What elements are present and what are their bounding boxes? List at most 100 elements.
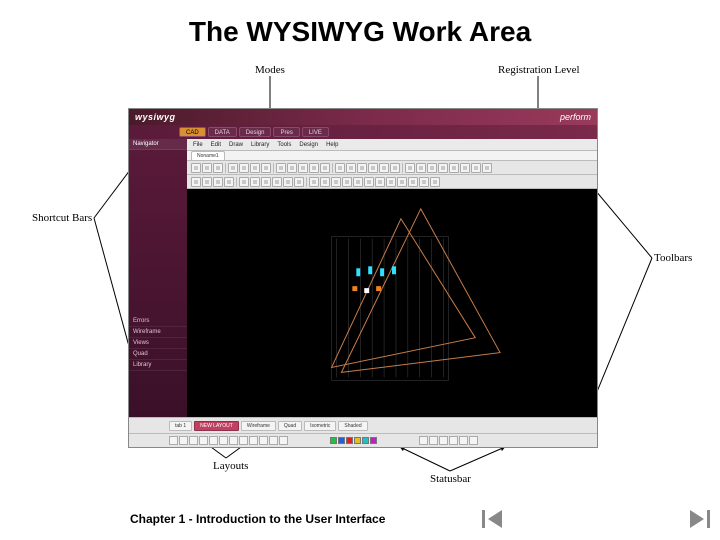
layout-tab[interactable]: Wireframe: [241, 421, 276, 431]
tool-button[interactable]: [228, 163, 238, 173]
tool-button[interactable]: [283, 177, 293, 187]
tool-button[interactable]: [250, 163, 260, 173]
shortcut-item[interactable]: Navigator: [129, 139, 187, 150]
shortcut-item[interactable]: Views: [129, 338, 187, 349]
drawing-canvas[interactable]: [187, 189, 597, 417]
tool-button[interactable]: [191, 163, 201, 173]
shortcut-item[interactable]: Library: [129, 360, 187, 371]
tool-button[interactable]: [364, 177, 374, 187]
shortcut-item[interactable]: Errors: [129, 316, 187, 327]
status-button[interactable]: [199, 436, 208, 445]
status-button[interactable]: [169, 436, 178, 445]
tool-button[interactable]: [272, 177, 282, 187]
tool-button[interactable]: [397, 177, 407, 187]
menu-file[interactable]: File: [193, 142, 203, 148]
tool-button[interactable]: [309, 163, 319, 173]
tool-button[interactable]: [239, 163, 249, 173]
status-button[interactable]: [419, 436, 428, 445]
tool-button[interactable]: [390, 163, 400, 173]
tool-button[interactable]: [213, 177, 223, 187]
tool-button[interactable]: [298, 163, 308, 173]
status-button[interactable]: [249, 436, 258, 445]
status-button[interactable]: [269, 436, 278, 445]
menu-design[interactable]: Design: [299, 142, 318, 148]
status-button[interactable]: [459, 436, 468, 445]
mode-tab-design[interactable]: Design: [239, 127, 272, 137]
layout-tab[interactable]: tab 1: [169, 421, 192, 431]
menu-help[interactable]: Help: [326, 142, 338, 148]
menu-library[interactable]: Library: [251, 142, 269, 148]
status-button[interactable]: [469, 436, 478, 445]
status-color-swatch[interactable]: [370, 437, 377, 444]
status-button[interactable]: [259, 436, 268, 445]
tool-button[interactable]: [375, 177, 385, 187]
tool-button[interactable]: [202, 177, 212, 187]
menu-edit[interactable]: Edit: [211, 142, 221, 148]
tool-button[interactable]: [482, 163, 492, 173]
status-color-swatch[interactable]: [354, 437, 361, 444]
mode-tab-pres[interactable]: Pres: [273, 127, 299, 137]
tool-button[interactable]: [287, 163, 297, 173]
status-button[interactable]: [189, 436, 198, 445]
tool-button[interactable]: [250, 177, 260, 187]
tool-button[interactable]: [342, 177, 352, 187]
tool-button[interactable]: [309, 177, 319, 187]
tool-button[interactable]: [294, 177, 304, 187]
nav-prev-button[interactable]: [480, 508, 506, 530]
shortcut-item[interactable]: Wireframe: [129, 327, 187, 338]
tool-button[interactable]: [386, 177, 396, 187]
tool-button[interactable]: [430, 177, 440, 187]
tool-button[interactable]: [357, 163, 367, 173]
tool-button[interactable]: [346, 163, 356, 173]
menu-tools[interactable]: Tools: [277, 142, 291, 148]
status-color-swatch[interactable]: [346, 437, 353, 444]
tool-button[interactable]: [239, 177, 249, 187]
tool-button[interactable]: [416, 163, 426, 173]
status-color-swatch[interactable]: [362, 437, 369, 444]
status-button[interactable]: [219, 436, 228, 445]
status-button[interactable]: [239, 436, 248, 445]
tool-button[interactable]: [320, 163, 330, 173]
shortcut-item[interactable]: Quad: [129, 349, 187, 360]
tool-button[interactable]: [471, 163, 481, 173]
tool-button[interactable]: [419, 177, 429, 187]
tool-button[interactable]: [353, 177, 363, 187]
status-button[interactable]: [209, 436, 218, 445]
tool-button[interactable]: [427, 163, 437, 173]
tool-button[interactable]: [191, 177, 201, 187]
tool-button[interactable]: [276, 163, 286, 173]
layout-tab[interactable]: Shaded: [338, 421, 367, 431]
tool-button[interactable]: [320, 177, 330, 187]
layout-tab[interactable]: NEW LAYOUT: [194, 421, 239, 431]
mode-tab-data[interactable]: DATA: [208, 127, 237, 137]
mode-tab-cad[interactable]: CAD: [179, 127, 206, 137]
tool-button[interactable]: [331, 177, 341, 187]
tool-button[interactable]: [335, 163, 345, 173]
status-button[interactable]: [449, 436, 458, 445]
tool-button[interactable]: [224, 177, 234, 187]
layout-tab[interactable]: Quad: [278, 421, 302, 431]
tool-button[interactable]: [261, 163, 271, 173]
tool-button[interactable]: [202, 163, 212, 173]
status-color-swatch[interactable]: [330, 437, 337, 444]
tool-button[interactable]: [368, 163, 378, 173]
mode-tab-live[interactable]: LIVE: [302, 127, 329, 137]
tool-button[interactable]: [261, 177, 271, 187]
tool-button[interactable]: [213, 163, 223, 173]
tool-button[interactable]: [449, 163, 459, 173]
menu-draw[interactable]: Draw: [229, 142, 243, 148]
status-button[interactable]: [179, 436, 188, 445]
status-button[interactable]: [229, 436, 238, 445]
tool-button[interactable]: [408, 177, 418, 187]
status-button[interactable]: [439, 436, 448, 445]
nav-next-button[interactable]: [686, 508, 712, 530]
document-tab[interactable]: Noname1: [191, 151, 225, 160]
tool-button[interactable]: [379, 163, 389, 173]
layout-tab[interactable]: Isometric: [304, 421, 336, 431]
tool-button[interactable]: [438, 163, 448, 173]
status-button[interactable]: [429, 436, 438, 445]
tool-button[interactable]: [460, 163, 470, 173]
status-button[interactable]: [279, 436, 288, 445]
tool-button[interactable]: [405, 163, 415, 173]
status-color-swatch[interactable]: [338, 437, 345, 444]
